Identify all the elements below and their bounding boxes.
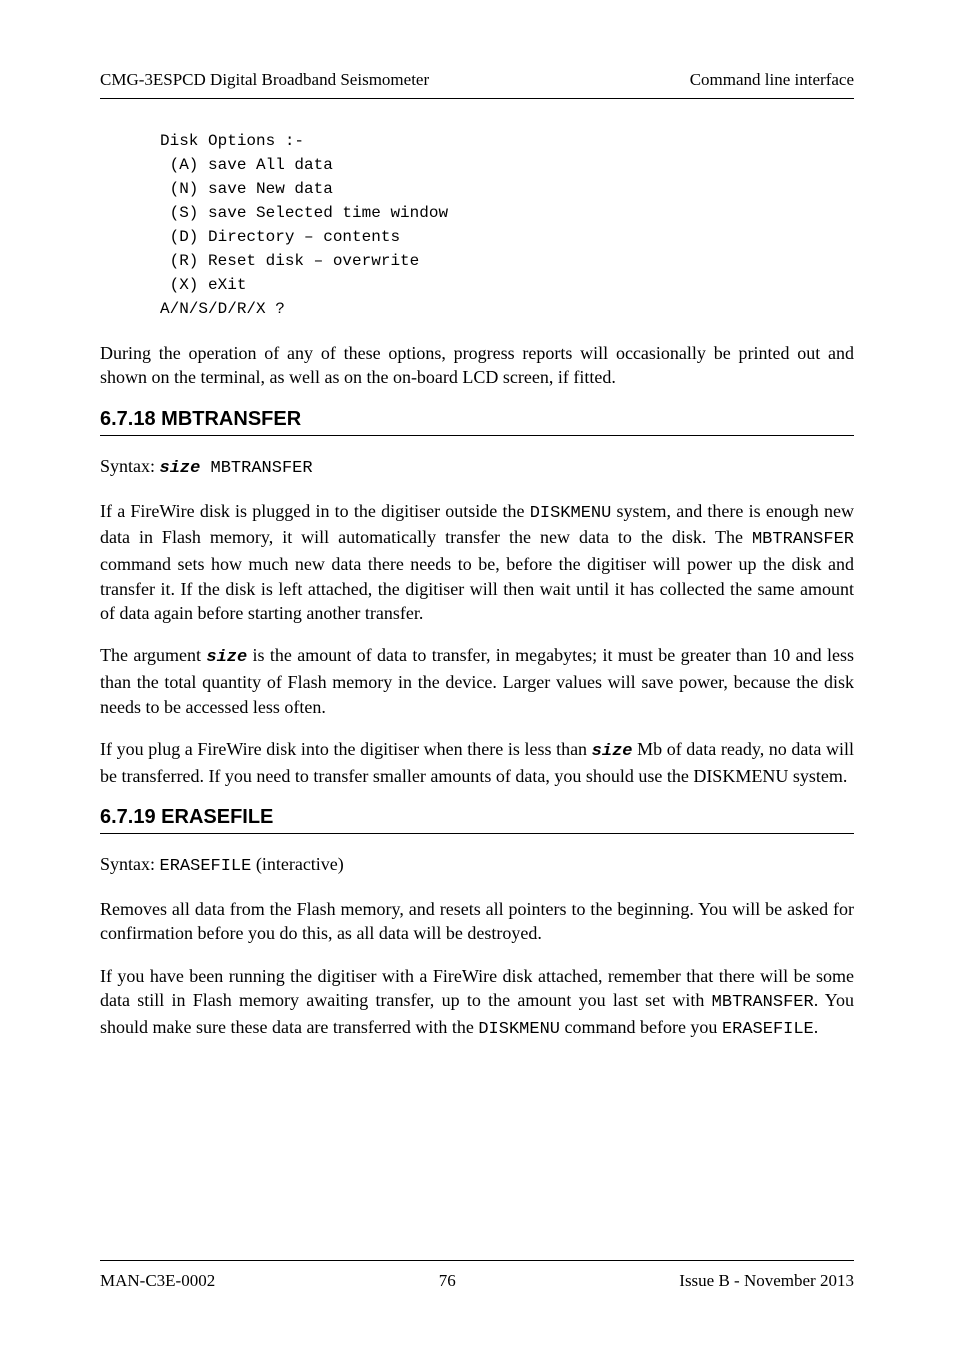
footer-right: Issue B - November 2013 <box>679 1271 854 1291</box>
syntax-label: Syntax: <box>100 456 160 476</box>
section-heading-erasefile: 6.7.19 ERASEFILE <box>100 806 854 834</box>
syntax-cmd-mbtransfer: MBTRANSFER <box>200 459 312 478</box>
disk-options-code: Disk Options :- (A) save All data (N) sa… <box>160 129 854 321</box>
paragraph-progress: During the operation of any of these opt… <box>100 341 854 390</box>
paragraph-firewire-desc: If a FireWire disk is plugged in to the … <box>100 499 854 626</box>
header-left: CMG-3ESPCD Digital Broadband Seismometer <box>100 70 429 90</box>
inline-code-diskmenu-2: DISKMENU <box>478 1020 560 1039</box>
inline-code-mbtransfer-2: MBTRANSFER <box>712 993 814 1012</box>
syntax-label-2: Syntax: <box>100 854 160 874</box>
page-footer: MAN-C3E-0002 76 Issue B - November 2013 <box>100 1260 854 1291</box>
paragraph-size-argument: The argument size is the amount of data … <box>100 643 854 719</box>
syntax-suffix: (interactive) <box>251 854 343 874</box>
paragraph-firewire-attached: If you have been running the digitiser w… <box>100 964 854 1042</box>
paragraph-removes-data: Removes all data from the Flash memory, … <box>100 897 854 946</box>
section-heading-mbtransfer: 6.7.18 MBTRANSFER <box>100 408 854 436</box>
inline-var-size: size <box>206 648 247 667</box>
paragraph-plug-firewire: If you plug a FireWire disk into the dig… <box>100 737 854 788</box>
inline-code-mbtransfer: MBTRANSFER <box>752 530 854 549</box>
syntax-erasefile: Syntax: ERASEFILE (interactive) <box>100 852 854 879</box>
footer-left: MAN-C3E-0002 <box>100 1271 215 1291</box>
page-header: CMG-3ESPCD Digital Broadband Seismometer… <box>100 70 854 99</box>
inline-code-diskmenu: DISKMENU <box>530 504 612 523</box>
header-right: Command line interface <box>690 70 854 90</box>
syntax-var-size: size <box>160 459 201 478</box>
syntax-cmd-erasefile: ERASEFILE <box>160 857 252 876</box>
inline-code-erasefile: ERASEFILE <box>722 1020 814 1039</box>
syntax-mbtransfer: Syntax: size MBTRANSFER <box>100 454 854 481</box>
inline-var-size-2: size <box>592 742 633 761</box>
footer-center: 76 <box>439 1271 456 1291</box>
